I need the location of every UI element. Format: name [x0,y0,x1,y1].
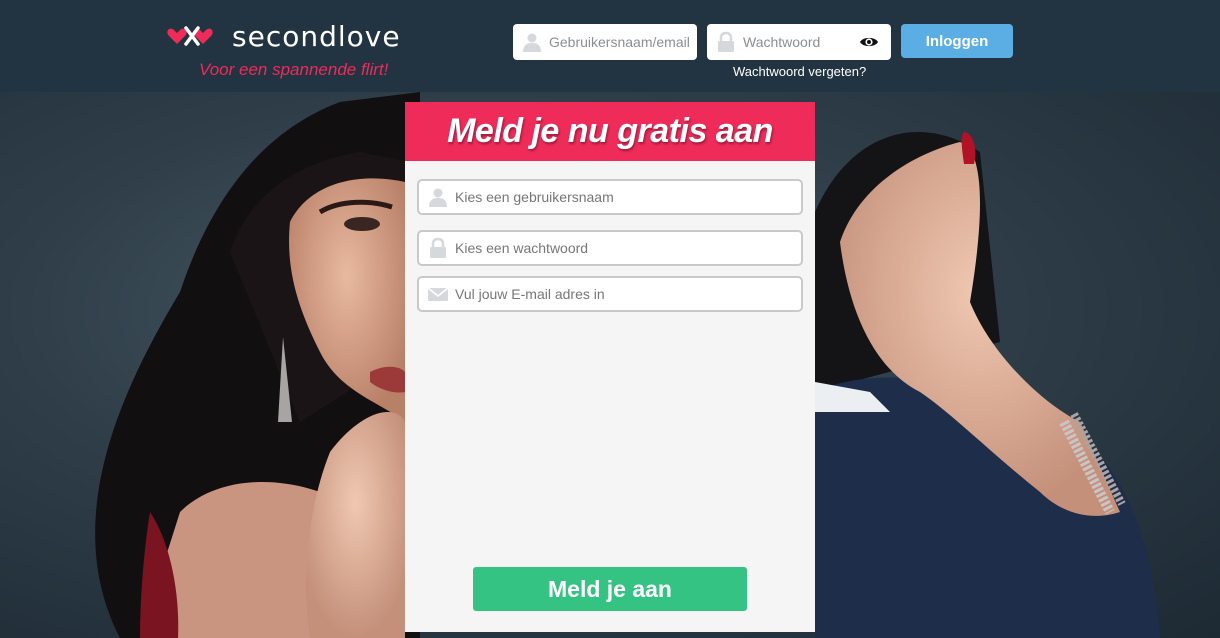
envelope-icon [427,287,449,301]
forgot-password-link[interactable]: Wachtwoord vergeten? [733,64,866,79]
signup-submit-button[interactable]: Meld je aan [473,567,747,611]
logo[interactable]: secondlove [166,18,406,54]
signup-header: Meld je nu gratis aan [405,102,815,161]
signup-email-placeholder: Vul jouw E-mail adres in [455,286,605,302]
login-password-input[interactable]: Wachtwoord [707,24,891,60]
user-icon [429,188,447,207]
signup-password-input[interactable]: Kies een wachtwoord [417,230,803,266]
user-icon [523,33,541,52]
login-button[interactable]: Inloggen [901,24,1013,58]
login-password-placeholder: Wachtwoord [743,34,821,50]
signup-password-placeholder: Kies een wachtwoord [455,240,589,256]
signup-username-placeholder: Kies een gebruikersnaam [455,189,614,205]
lock-icon [718,31,734,52]
tagline: Voor een spannende flirt! [199,60,389,79]
signup-username-input[interactable]: Kies een gebruikersnaam [417,179,803,215]
login-username-placeholder: Gebruikersnaam/email [549,34,690,50]
logo-text: secondlove [232,19,401,53]
signup-email-input[interactable]: Vul jouw E-mail adres in [417,276,803,312]
signup-panel: Meld je nu gratis aan Kies een gebruiker… [405,102,815,632]
lock-icon [430,237,446,258]
hearts-logo-icon [167,26,213,46]
login-username-input[interactable]: Gebruikersnaam/email [513,24,697,60]
site-header: secondlove Voor een spannende flirt! Geb… [0,0,1220,92]
signup-title: Meld je nu gratis aan [447,112,773,150]
eye-icon[interactable] [859,34,879,50]
